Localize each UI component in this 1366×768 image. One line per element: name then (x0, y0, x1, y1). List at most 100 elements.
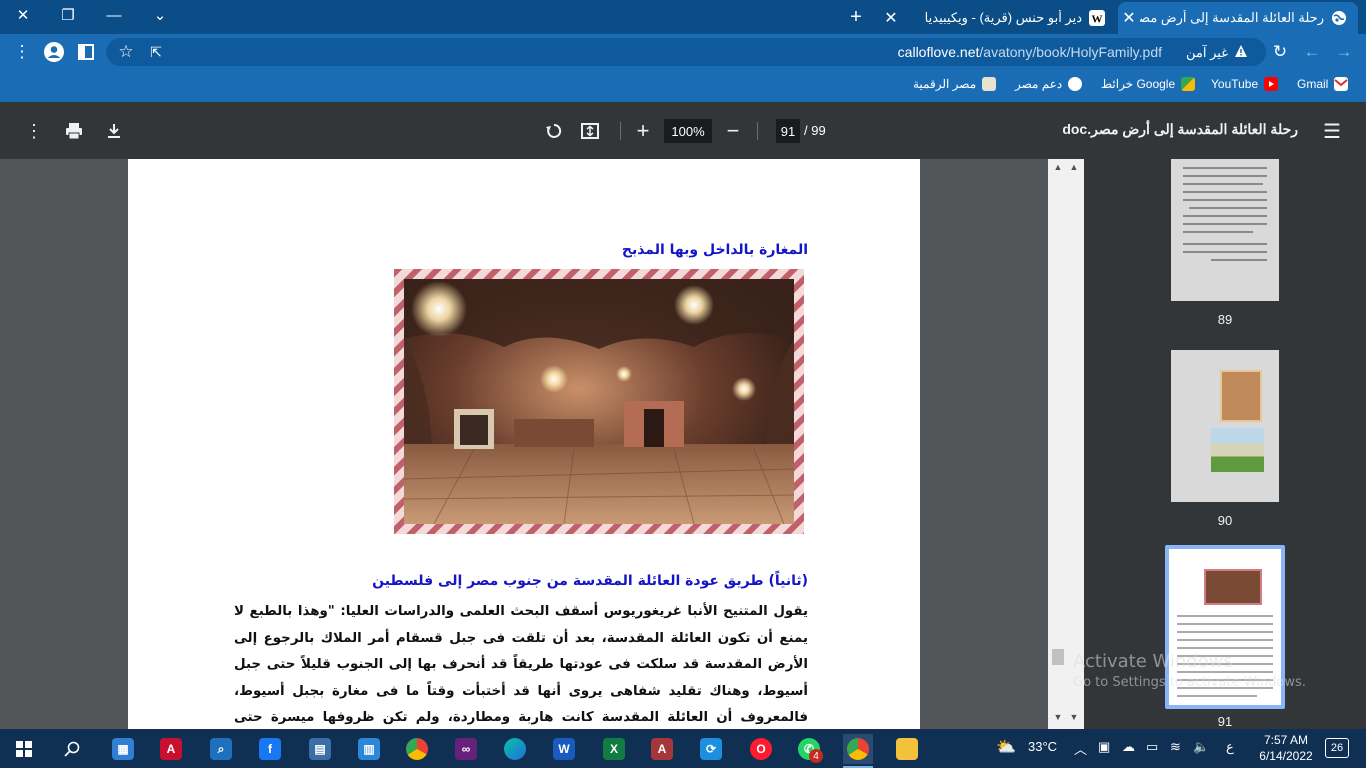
section-heading: (ثانياً) طريق عودة العائلة المقدسة من جن… (372, 573, 808, 589)
clock[interactable]: 7:57 AM 6/14/2022 (1256, 732, 1316, 764)
menu-kebab-button[interactable]: ⋮ (8, 38, 36, 66)
bookmark-label: مصر الرقمية (913, 77, 977, 91)
toggle-sidebar-button[interactable]: ☰ (1319, 118, 1345, 144)
volume-icon[interactable]: 🔈 (1193, 739, 1209, 755)
thumbnail-label: 90 (1217, 513, 1233, 528)
control-panel-icon: ▦ (112, 738, 134, 760)
scrollbar-thumb[interactable] (1052, 649, 1064, 665)
close-window-button[interactable]: ✕ (0, 0, 46, 30)
taskbar-app-sync[interactable]: ⟳ (696, 734, 726, 764)
close-tab-icon[interactable]: ✕ (1118, 8, 1140, 28)
bookmarks-bar: Gmail YouTube خرائط Google دعم مصر مصر ا… (0, 70, 1366, 102)
rotate-button[interactable] (541, 118, 567, 144)
svg-text:W: W (1092, 14, 1103, 26)
url-text[interactable]: calloflove.net/avatony/book/HolyFamily.p… (898, 44, 1162, 60)
page-number-input[interactable]: 91 (776, 119, 800, 143)
taskbar-app-chrome[interactable] (402, 734, 432, 764)
scroll-down-icon[interactable]: ▼ (1052, 712, 1064, 722)
globe-icon (1068, 77, 1083, 91)
taskbar-app-edge[interactable] (500, 734, 530, 764)
reload-button[interactable]: ↻ (1266, 38, 1294, 66)
taskbar-app-calculator[interactable]: ▤ (305, 734, 335, 764)
taskbar-app-opera[interactable]: O (746, 734, 776, 764)
new-tab-button[interactable]: + (842, 4, 870, 30)
thumbnail-sidebar: 89 90 91 (1084, 159, 1366, 729)
meet-now-icon[interactable]: ▣ (1098, 739, 1110, 755)
zoom-out-button[interactable]: − (720, 118, 746, 144)
taskbar-app-word[interactable]: W (549, 734, 579, 764)
tab-strip: ✕ ❐ — ⌄ + ✕ دير أبو حنس (قرية) - ويكيبيد… (0, 0, 1366, 34)
taskbar-app-control-panel[interactable]: ▦ (108, 734, 138, 764)
excel-icon: X (603, 738, 625, 760)
share-button[interactable]: ⇱ (142, 38, 170, 66)
facebook-icon: f (259, 738, 281, 760)
taskbar-app-autocad[interactable]: A (156, 734, 186, 764)
share-icon: ⇱ (150, 43, 162, 60)
security-indicator[interactable]: غير آمن (1186, 44, 1248, 61)
tab-search-button[interactable]: ⌄ (137, 0, 183, 30)
print-button[interactable] (61, 118, 87, 144)
weather-temp[interactable]: 33°C (1028, 739, 1057, 754)
fit-page-button[interactable] (577, 118, 603, 144)
plus-icon: + (636, 118, 650, 143)
weather-icon[interactable]: ⛅ (996, 737, 1016, 757)
toolbar-divider (620, 122, 621, 140)
taskbar-app-excel[interactable]: X (599, 734, 629, 764)
bookmark-youtube[interactable]: YouTube (1211, 77, 1279, 91)
bookmark-gmail[interactable]: Gmail (1297, 77, 1349, 91)
zoom-in-button[interactable]: + (630, 118, 656, 144)
document-viewer[interactable]: المغارة بالداخل وبها المذبح (ثانياً) طري… (0, 159, 1048, 729)
wifi-icon[interactable]: ≋ (1170, 739, 1181, 755)
thumbnail-photo (1211, 428, 1264, 472)
onedrive-icon[interactable]: ☁ (1122, 739, 1135, 755)
arrow-right-icon: → (1335, 42, 1353, 61)
battery-icon[interactable]: ▭ (1146, 739, 1158, 755)
bookmark-star-button[interactable]: ☆ (112, 38, 140, 66)
pdf-more-button[interactable]: ⋮ (21, 118, 47, 144)
taskbar-app-visual-studio[interactable]: ∞ (451, 734, 481, 764)
minimize-window-button[interactable]: — (91, 0, 137, 30)
bookmark-google-maps[interactable]: خرائط Google (1101, 77, 1196, 91)
toolbar-divider (757, 122, 758, 140)
bookmark-label: خرائط Google (1101, 77, 1176, 91)
tab-title: رحلة العائلة المقدسة إلى أرض مصر (1140, 10, 1324, 25)
chevron-down-icon: ⌄ (153, 7, 167, 24)
taskbar-app-whatsapp[interactable]: ✆ 4 (794, 734, 824, 764)
windows-taskbar: ▦ A ⌕ f ▤ ▥ ∞ W X A ⟳ O ✆ 4 ⛅ 33°C ︿ ▣ ☁… (0, 729, 1366, 768)
thumbnail-page-89[interactable] (1171, 159, 1279, 301)
taskbar-app-magnifier[interactable]: ⌕ (206, 734, 236, 764)
notification-center-button[interactable]: 26 (1325, 738, 1349, 758)
thumbnail-page-90[interactable] (1171, 350, 1279, 502)
taskbar-app-access[interactable]: A (647, 734, 677, 764)
bookmark-support-egypt[interactable]: دعم مصر (1015, 77, 1083, 91)
forward-button[interactable]: ← (1298, 38, 1326, 66)
address-bar[interactable]: ☆ ⇱ calloflove.net/avatony/book/HolyFami… (106, 38, 1266, 66)
tab-wikipedia[interactable]: ✕ دير أبو حنس (قرية) - ويكيبيديا W (880, 2, 1116, 34)
scroll-up-icon[interactable]: ▲ (1052, 162, 1064, 172)
url-path: /avatony/book/HolyFamily.pdf (979, 44, 1162, 60)
scroll-down-icon[interactable]: ▼ (1068, 712, 1080, 722)
vertical-scrollbar[interactable]: ▲ ▲ ▼ ▼ (1048, 159, 1084, 729)
tab-title: دير أبو حنس (قرية) - ويكيبيديا (924, 10, 1082, 25)
input-language[interactable]: ع (1226, 739, 1234, 755)
start-button[interactable] (9, 734, 39, 764)
zoom-field[interactable]: 100% (664, 119, 712, 143)
profile-button[interactable] (40, 38, 68, 66)
restore-window-button[interactable]: ❐ (45, 0, 91, 30)
taskbar-app-facebook[interactable]: f (255, 734, 285, 764)
tab-holyfamily[interactable]: ✕ رحلة العائلة المقدسة إلى أرض مصر (1118, 2, 1358, 34)
edge-icon (504, 738, 526, 760)
taskbar-app-calendar[interactable]: ▥ (354, 734, 384, 764)
download-button[interactable] (101, 118, 127, 144)
back-button[interactable]: → (1330, 38, 1358, 66)
search-button[interactable] (57, 734, 87, 764)
chrome-icon (406, 738, 428, 760)
scroll-up-icon[interactable]: ▲ (1068, 162, 1080, 172)
taskbar-app-file-explorer[interactable] (892, 734, 922, 764)
browser-window: ✕ ❐ — ⌄ + ✕ دير أبو حنس (قرية) - ويكيبيد… (0, 0, 1366, 768)
bookmark-digital-egypt[interactable]: مصر الرقمية (913, 77, 997, 91)
taskbar-app-chrome-active[interactable] (843, 734, 873, 764)
close-tab-icon[interactable]: ✕ (880, 8, 902, 28)
side-panel-button[interactable] (72, 38, 100, 66)
chevron-up-icon[interactable]: ︿ (1074, 739, 1087, 758)
